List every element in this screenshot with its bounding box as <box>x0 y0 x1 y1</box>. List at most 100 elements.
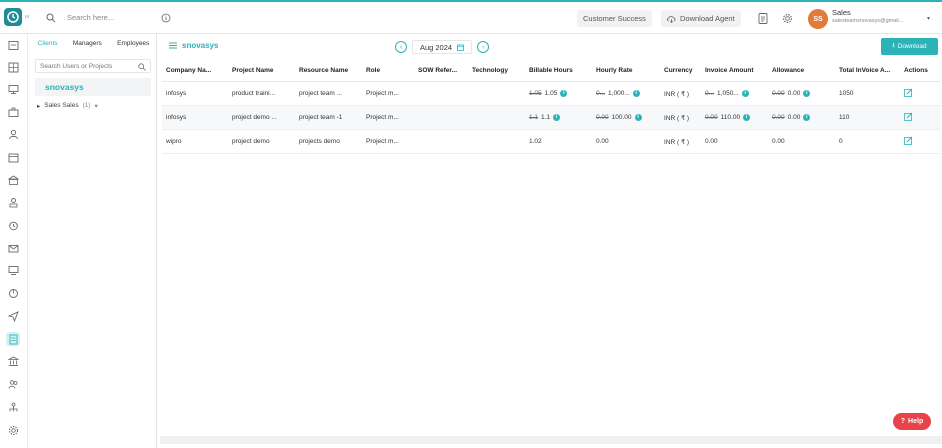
users-icon[interactable] <box>6 377 20 391</box>
rate-value: 100.00 <box>611 114 632 122</box>
user-email: salesteamsnovasys@gmail... <box>832 18 904 24</box>
caret-right-icon[interactable]: ▸ <box>37 102 40 110</box>
col-invoice-amount[interactable]: Invoice Amount <box>701 60 768 82</box>
col-sow[interactable]: SOW Refer... <box>414 60 468 82</box>
customer-success-button[interactable]: Customer Success <box>577 10 652 27</box>
cell-project: project demo <box>228 129 295 154</box>
col-project[interactable]: Project Name <box>228 60 295 82</box>
panel-tabs: Clients Managers Employees <box>30 40 157 54</box>
horizontal-scrollbar[interactable] <box>160 436 942 444</box>
download-button[interactable]: ⭳ Download <box>881 38 938 55</box>
col-allowance[interactable]: Allowance <box>768 60 835 82</box>
briefcase-icon[interactable] <box>6 105 20 119</box>
info-icon[interactable]: i <box>553 113 561 121</box>
next-month-button[interactable]: › <box>477 41 489 53</box>
monitor-icon[interactable] <box>6 82 20 96</box>
edit-icon[interactable] <box>904 136 913 145</box>
cell-currency: INR ( ₹ ) <box>660 81 701 106</box>
tab-clients[interactable]: Clients <box>38 40 58 54</box>
info-icon[interactable]: i <box>803 113 811 121</box>
bank-building-icon[interactable] <box>6 173 20 187</box>
gear-icon[interactable] <box>782 13 793 24</box>
cell-role: Project m... <box>362 81 414 106</box>
user-icon[interactable] <box>6 127 20 141</box>
edit-icon[interactable] <box>904 88 913 97</box>
col-company[interactable]: Company Na... <box>162 60 228 82</box>
previous-month-button[interactable]: ‹ <box>395 41 407 53</box>
calendar-icon[interactable] <box>6 150 20 164</box>
cell-allowance: 0.00 0.00 i <box>768 81 835 106</box>
info-icon[interactable]: i <box>560 89 568 97</box>
help-button[interactable]: ? Help <box>893 413 931 430</box>
info-icon[interactable]: i <box>743 113 751 121</box>
rate-old: 0... <box>596 90 606 98</box>
cell-currency: INR ( ₹ ) <box>660 105 701 130</box>
pie-chart-icon[interactable] <box>6 286 20 300</box>
tab-managers[interactable]: Managers <box>73 40 102 54</box>
invoice-table: Company Na... Project Name Resource Name… <box>162 60 940 154</box>
search-icon <box>138 63 146 71</box>
chevron-down-icon[interactable]: ▾ <box>95 102 98 110</box>
cell-invoice: 0... 1,050... i <box>701 81 768 106</box>
menu-collapse-icon[interactable]: ııı <box>25 14 29 20</box>
cell-rate: 0.00 100.00 i <box>592 105 660 130</box>
info-icon[interactable] <box>161 13 171 23</box>
month-picker[interactable]: Aug 2024 <box>412 40 472 54</box>
col-technology[interactable]: Technology <box>468 60 525 82</box>
menu-icon[interactable] <box>169 42 177 49</box>
dashboard-icon[interactable] <box>6 38 20 52</box>
col-billable-hours[interactable]: Billable Hours <box>525 60 592 82</box>
app-logo[interactable] <box>4 8 22 26</box>
alarm-clock-icon[interactable] <box>6 218 20 232</box>
col-hourly-rate[interactable]: Hourly Rate <box>592 60 660 82</box>
grid-icon[interactable] <box>6 60 20 74</box>
info-icon[interactable]: i <box>632 89 640 97</box>
tab-employees[interactable]: Employees <box>117 40 149 54</box>
col-role[interactable]: Role <box>362 60 414 82</box>
billable-value: 1.05 <box>544 90 558 98</box>
display-icon[interactable] <box>6 263 20 277</box>
download-agent-button[interactable]: Download Agent <box>661 10 741 27</box>
info-icon[interactable]: i <box>741 89 749 97</box>
info-icon[interactable]: i <box>803 89 811 97</box>
invoice-old: 0... <box>705 90 715 98</box>
mail-icon[interactable] <box>6 241 20 255</box>
avatar[interactable]: SS <box>808 9 828 29</box>
selected-client[interactable]: snovasys <box>35 78 151 96</box>
cell-allowance: 0.00 0.00 i <box>768 105 835 130</box>
document-icon[interactable] <box>758 13 768 24</box>
cell-rate: 0... 1,000... i <box>592 81 660 106</box>
cell-actions <box>900 105 940 130</box>
cell-total: 1050 <box>835 81 900 106</box>
cell-invoice: 0.00 110.00 i <box>701 105 768 130</box>
tree-item-sales[interactable]: ▸ Sales Sales (1) ▾ <box>37 102 98 110</box>
col-currency[interactable]: Currency <box>660 60 701 82</box>
users-projects-search-input[interactable]: Search Users or Projects <box>35 59 151 73</box>
allowance-old: 0.00 <box>772 114 785 122</box>
breadcrumb: snovasys <box>169 41 218 50</box>
allowance-value: 0.00 <box>787 114 801 122</box>
edit-icon[interactable] <box>904 112 913 121</box>
cloud-download-icon <box>667 15 676 23</box>
invoice-document-icon[interactable] <box>6 332 20 346</box>
institution-icon[interactable] <box>6 354 20 368</box>
cell-actions <box>900 81 940 106</box>
month-label: Aug 2024 <box>419 42 453 52</box>
cell-role: Project m... <box>362 129 414 154</box>
rate-value: 1,000... <box>608 90 630 98</box>
org-tree-icon[interactable] <box>6 400 20 414</box>
cell-billable: 1.05 1.05 i <box>525 81 592 106</box>
col-resource[interactable]: Resource Name <box>295 60 362 82</box>
cell-project: product traini... <box>228 81 295 106</box>
person-badge-icon[interactable] <box>6 195 20 209</box>
col-total-invoice[interactable]: Total InVoice A... <box>835 60 900 82</box>
cell-company: wipro <box>162 129 228 154</box>
chevron-down-icon[interactable]: ▾ <box>927 15 930 22</box>
global-search-input[interactable]: Search here... <box>67 13 114 22</box>
invoice-value: 1,050... <box>717 90 739 98</box>
cell-resource: projects demo <box>295 129 362 154</box>
info-icon[interactable]: i <box>634 113 642 121</box>
cell-actions <box>900 129 940 154</box>
settings-icon[interactable] <box>6 423 20 437</box>
send-icon[interactable] <box>6 309 20 323</box>
